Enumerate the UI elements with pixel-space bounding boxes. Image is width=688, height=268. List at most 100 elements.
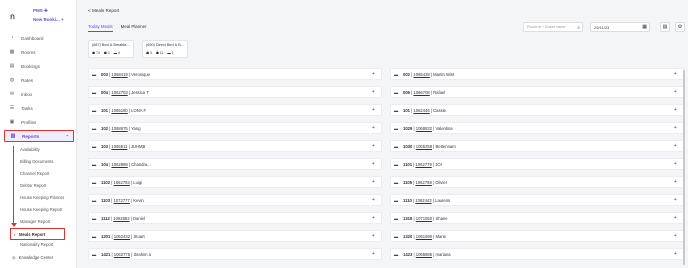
room-row[interactable]: ▬ 1421 | 1062775 | Ibrahim a + <box>88 248 382 260</box>
sidebar-item-rates[interactable]: ◍ Rates <box>4 74 74 86</box>
booking-number[interactable]: 1071550 <box>416 216 432 221</box>
dashboard-icon: ◔ <box>10 35 14 41</box>
booking-number[interactable]: 1072777 <box>114 198 130 203</box>
booking-number[interactable]: 1068675 <box>111 126 127 131</box>
sidebar-item-rooms[interactable]: ▦ Rooms <box>4 46 74 58</box>
room-row[interactable]: ▬ 1318 | 1071550 | Shane + <box>390 212 684 224</box>
scrollbar[interactable] <box>683 70 685 265</box>
expand-plus-icon[interactable]: + <box>372 71 375 77</box>
expand-plus-icon[interactable]: + <box>674 179 677 185</box>
booking-number[interactable]: 1068419 <box>111 72 127 77</box>
expand-plus-icon[interactable]: + <box>372 179 375 185</box>
room-row[interactable]: ▬ 1101 | 1062779 | JOI + <box>390 158 684 170</box>
booking-number[interactable]: 1062432 <box>114 234 130 239</box>
room-row[interactable]: ▬ 1103 | 1072777 | Kevin + <box>88 194 382 206</box>
room-row[interactable]: ▬ 1105 | 1062768 | Olivier + <box>390 176 684 188</box>
expand-plus-icon[interactable]: + <box>372 161 375 167</box>
expand-plus-icon[interactable]: + <box>372 233 375 239</box>
report-link-house-keeping-planner[interactable]: House Keeping Planner <box>20 195 64 200</box>
booking-number[interactable]: 1066708 <box>413 90 429 95</box>
expand-plus-icon[interactable]: + <box>372 107 375 113</box>
booking-number[interactable]: 1062793 <box>114 180 130 185</box>
report-link-house-keeping-report[interactable]: House Keeping Report <box>20 207 62 212</box>
summary-card[interactable]: (690) Direct Bed & B... ☗ 3 ☗ 11 ▬ 1 <box>142 40 188 58</box>
booking-number[interactable]: 1065511 <box>111 144 127 149</box>
expand-plus-icon[interactable]: + <box>674 125 677 131</box>
tab-today-meals[interactable]: Today Meals <box>88 24 113 32</box>
booking-number[interactable]: 1062775 <box>114 252 130 257</box>
room-row[interactable]: ▬ 1112 | 1062863 | Daniel + <box>88 212 382 224</box>
expand-plus-icon[interactable]: + <box>372 197 375 203</box>
room-row[interactable]: ▬ 101 | 1062446 | Cassie + <box>390 104 684 116</box>
room-number: 004 <box>101 90 108 95</box>
room-row[interactable]: ▬ 104 | 1062889 | Chandra... + <box>88 158 382 170</box>
reports-icon: ▥ <box>10 133 16 139</box>
room-row[interactable]: ▬ 103 | 1065511 | JUHMB + <box>88 140 382 152</box>
report-link-nationality-report[interactable]: Nationality Report <box>20 242 53 247</box>
booking-number[interactable]: 1065258 <box>416 144 432 149</box>
report-link-meals-report[interactable]: • Meals Report <box>10 228 65 240</box>
room-row[interactable]: ▬ 1320 | 1061590 | Marie + <box>390 230 684 242</box>
expand-plus-icon[interactable]: + <box>674 251 677 257</box>
expand-plus-icon[interactable]: + <box>372 125 375 131</box>
room-row[interactable]: ▬ 102 | 1068675 | Yang + <box>88 122 382 134</box>
report-link-billing-documents[interactable]: Billing Documents <box>20 159 54 164</box>
tab-meal-planner[interactable]: Meal Planner <box>121 24 147 32</box>
expand-plus-icon[interactable]: + <box>674 215 677 221</box>
expand-plus-icon[interactable]: + <box>674 197 677 203</box>
booking-number[interactable]: 1061590 <box>416 234 432 239</box>
room-row[interactable]: ▬ 101 | 1065180 | LONA F + <box>88 104 382 116</box>
booking-number[interactable]: 1062779 <box>416 162 432 167</box>
search-input[interactable]: Room nr / Guest name ⌕ <box>523 22 583 32</box>
booking-number[interactable]: 1062768 <box>416 180 432 185</box>
expand-plus-icon[interactable]: + <box>674 107 677 113</box>
expand-plus-icon[interactable]: + <box>372 215 375 221</box>
room-row[interactable]: ▬ 1029 | 1068832 | Valentina + <box>390 122 684 134</box>
knowledge-center-link[interactable]: ◎ Knowledge Center <box>12 255 53 260</box>
report-link-debtor-report[interactable]: Debtor Report <box>20 183 46 188</box>
brand-pms[interactable]: PMS ✚ <box>33 8 48 14</box>
report-link-channel-report[interactable]: Channel Report <box>20 171 49 176</box>
room-row[interactable]: ▬ 004 | 1062703 | Jessica T + <box>88 86 382 98</box>
settings-button[interactable]: ⚙ <box>675 22 685 32</box>
room-row[interactable]: ▬ 003 | 1068419 | Veronique + <box>88 68 382 80</box>
expand-plus-icon[interactable]: + <box>372 143 375 149</box>
sidebar-item-reports[interactable]: ▥ Reports ⌃ <box>4 130 74 142</box>
booking-number[interactable]: 1062446 <box>413 108 429 113</box>
sidebar-item-inbox[interactable]: ✉ Inbox <box>4 88 74 100</box>
room-row[interactable]: ▬ 1423 | 1065885 | mariana + <box>390 248 684 260</box>
expand-plus-icon[interactable]: + <box>674 89 677 95</box>
date-picker[interactable]: 29/11/23 ▦ <box>590 22 650 32</box>
booking-number[interactable]: 1068832 <box>416 126 432 131</box>
sidebar-item-dashboard[interactable]: ◔ Dashboard <box>4 32 74 44</box>
booking-number[interactable]: 1065428 <box>413 72 429 77</box>
report-link-availability[interactable]: Availability <box>20 147 40 152</box>
room-row[interactable]: ▬ 1201 | 1062432 | Stuart + <box>88 230 382 242</box>
expand-plus-icon[interactable]: + <box>674 233 677 239</box>
booking-number[interactable]: 1062443 <box>415 198 431 203</box>
report-link-manager-report[interactable]: Manager Report <box>20 219 50 224</box>
booking-number[interactable]: 1062863 <box>113 216 129 221</box>
booking-number[interactable]: 1065180 <box>111 108 127 113</box>
summary-card[interactable]: (687) Bed & Breakfa... ☗ 74 ☗ 0 ▬ 4 <box>88 40 134 58</box>
room-row[interactable]: ▬ 002 | 1065428 | Martin Wint + <box>390 68 684 80</box>
sidebar-item-profiles[interactable]: ▣ Profiles <box>4 116 74 128</box>
expand-plus-icon[interactable]: + <box>674 143 677 149</box>
print-button[interactable]: ▤ <box>660 22 670 32</box>
room-row[interactable]: ▬ 006 | 1066708 | Rafael + <box>390 86 684 98</box>
expand-plus-icon[interactable]: + <box>674 71 677 77</box>
expand-plus-icon[interactable]: + <box>674 161 677 167</box>
back-link[interactable]: < Meals Report <box>88 8 119 13</box>
sidebar-item-tasks[interactable]: ☰ Tasks <box>4 102 74 114</box>
expand-plus-icon[interactable]: + <box>372 251 375 257</box>
guest-name: Daniel <box>133 216 145 221</box>
booking-number[interactable]: 1065885 <box>416 252 432 257</box>
room-row[interactable]: ▬ 1102 | 1062793 | Luigi + <box>88 176 382 188</box>
expand-plus-icon[interactable]: + <box>372 89 375 95</box>
booking-number[interactable]: 1062703 <box>111 90 127 95</box>
booking-number[interactable]: 1062889 <box>111 162 127 167</box>
sidebar-item-bookings[interactable]: ▤ Bookings <box>4 60 74 72</box>
new-booking-link[interactable]: New Booki... + <box>33 17 64 22</box>
room-row[interactable]: ▬ 1110 | 1062443 | Laurens + <box>390 194 684 206</box>
room-row[interactable]: ▬ 1030 | 1065258 | Bettennam + <box>390 140 684 152</box>
